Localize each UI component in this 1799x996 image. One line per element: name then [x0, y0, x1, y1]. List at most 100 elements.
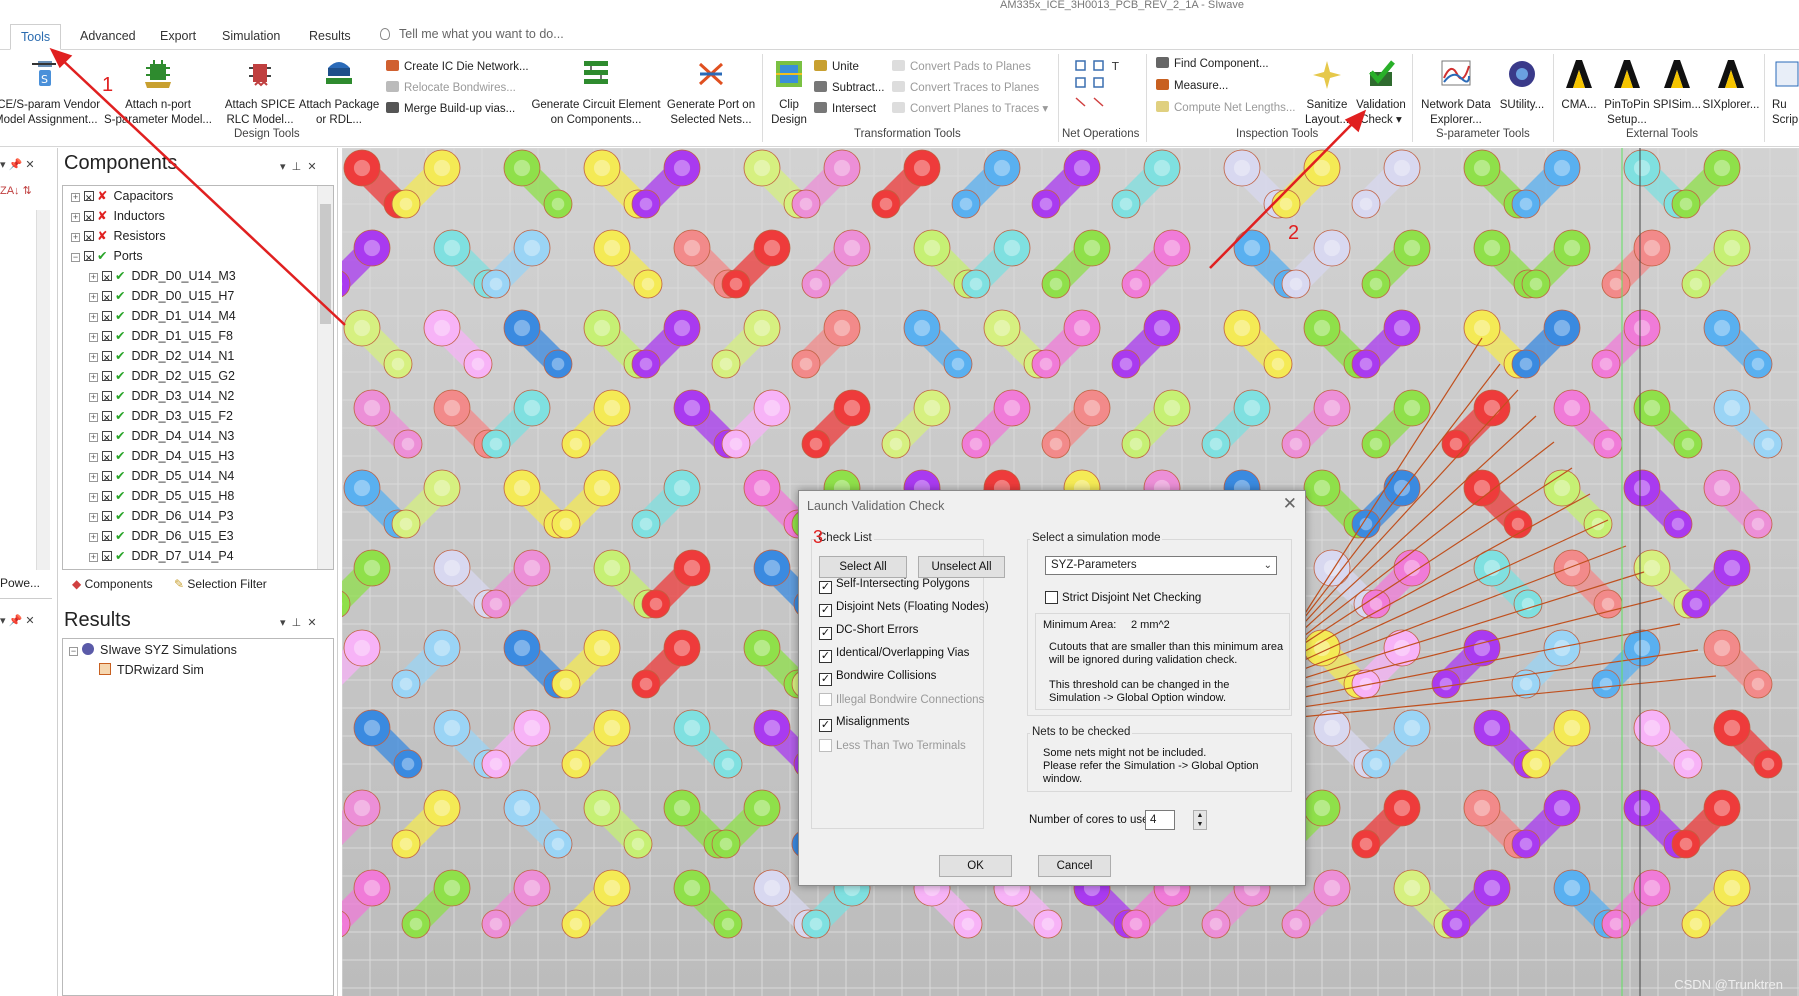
compute-net-lengths-button[interactable]: Compute Net Lengths... — [1156, 101, 1295, 115]
generate-port-button[interactable]: Generate Port on Selected Nets... — [664, 54, 758, 128]
merge-buildup-vias-button[interactable]: Merge Build-up vias... — [386, 102, 515, 116]
tree-category[interactable]: + ✘ Inductors — [71, 206, 165, 228]
checkbox-box[interactable]: ✓ — [819, 604, 832, 617]
attach-package-button[interactable]: Attach Package or RDL... — [296, 54, 382, 128]
tree-category[interactable]: + ✘ Resistors — [71, 226, 166, 248]
net-operations-icons[interactable]: T — [1074, 58, 1126, 110]
ice-sparam-vendor-button[interactable]: S ICE/S-param Vendor Model Assignment... — [0, 54, 100, 128]
pintopin-setup-button[interactable]: PinToPin Setup... — [1600, 54, 1654, 128]
down-arrow-icon[interactable]: ▼ — [1194, 820, 1206, 829]
tab-selection-filter[interactable]: ✎ Selection Filter — [174, 577, 267, 591]
cores-stepper[interactable]: ▲ ▼ — [1193, 810, 1207, 830]
intersect-button[interactable]: Intersect — [814, 102, 876, 116]
validation-check-button[interactable]: Validation Check ▾ — [1354, 54, 1408, 128]
up-arrow-icon[interactable]: ▲ — [1194, 811, 1206, 820]
expand-icon[interactable]: + — [89, 373, 98, 382]
tree-port-item[interactable]: + ✔ DDR_D3_U15_F2 — [89, 406, 233, 428]
tree-checkbox[interactable] — [102, 348, 112, 368]
tree-scrollbar[interactable] — [317, 186, 333, 569]
pin-icon[interactable]: ⊥ — [292, 617, 302, 629]
check-item[interactable]: ✓ Misalignments — [819, 716, 910, 732]
run-script-button[interactable]: Ru Scrip — [1772, 54, 1799, 128]
generate-circuit-element-button[interactable]: Generate Circuit Element on Components..… — [530, 54, 662, 128]
results-tree[interactable]: − SIwave SYZ Simulations TDRwizard Sim — [62, 638, 334, 996]
check-item[interactable]: ✓ Disjoint Nets (Floating Nodes) — [819, 601, 989, 617]
expand-icon[interactable]: + — [89, 293, 98, 302]
tab-simulation[interactable]: Simulation — [212, 24, 290, 50]
tree-checkbox[interactable] — [102, 368, 112, 388]
check-item[interactable]: ✓ DC-Short Errors — [819, 624, 918, 640]
sort-icon[interactable]: ZA↓ ⇅ — [0, 184, 32, 197]
results-item[interactable]: TDRwizard Sim — [99, 660, 204, 680]
close-icon[interactable]: ✕ — [307, 617, 316, 629]
tree-port-item[interactable]: + ✔ DDR_D6_U14_P3 — [89, 506, 234, 528]
measure-button[interactable]: Measure... — [1156, 79, 1228, 93]
components-tree[interactable]: + ✘ Capacitors + ✘ Inductors + ✘ Resistors − ✔ Port… — [62, 185, 334, 570]
tree-checkbox[interactable] — [102, 288, 112, 308]
tree-checkbox[interactable] — [102, 428, 112, 448]
components-panel-controls[interactable]: ▾ ⊥ ✕ — [280, 160, 317, 173]
tree-checkbox[interactable] — [102, 508, 112, 528]
convert-pads-button[interactable]: Convert Pads to Planes — [892, 60, 1031, 74]
checkbox-box[interactable]: ✓ — [819, 627, 832, 640]
tree-port-item[interactable]: + ✔ DDR_D2_U14_N1 — [89, 346, 234, 368]
tree-checkbox[interactable] — [102, 408, 112, 428]
strip-scrollbar[interactable] — [36, 210, 50, 570]
expand-icon[interactable]: + — [89, 533, 98, 542]
expand-icon[interactable]: + — [89, 313, 98, 322]
subtract-button[interactable]: Subtract... — [814, 81, 884, 95]
ok-button[interactable]: OK — [939, 855, 1012, 877]
cancel-button[interactable]: Cancel — [1038, 855, 1111, 877]
expand-icon[interactable]: + — [89, 473, 98, 482]
strip-controls-2[interactable]: ▾ 📌 ✕ — [0, 614, 35, 627]
pin-icon[interactable]: 📌 — [9, 159, 23, 171]
expand-icon[interactable]: + — [89, 493, 98, 502]
pin-icon[interactable]: ⊥ — [292, 161, 302, 173]
spisim-button[interactable]: SPISim... — [1652, 54, 1702, 113]
find-component-button[interactable]: Find Component... — [1156, 57, 1269, 71]
tab-components[interactable]: ◆ Components — [72, 577, 153, 591]
sutility-button[interactable]: SUtility... — [1496, 54, 1548, 113]
scrollbar-thumb[interactable] — [320, 204, 331, 324]
tree-port-item[interactable]: + ✔ DDR_D6_U15_E3 — [89, 526, 234, 548]
check-item[interactable]: ✓ Self-Intersecting Polygons — [819, 578, 970, 594]
tree-checkbox[interactable] — [102, 448, 112, 468]
tree-checkbox[interactable] — [102, 468, 112, 488]
tree-port-item[interactable]: + ✔ DDR_D0_U14_M3 — [89, 266, 236, 288]
sixplorer-button[interactable]: SIXplorer... — [1702, 54, 1760, 113]
checkbox-box[interactable]: ✓ — [819, 719, 832, 732]
results-item[interactable]: − SIwave SYZ Simulations — [69, 640, 237, 660]
tree-port-item[interactable]: + ✔ DDR_D1_U15_F8 — [89, 326, 233, 348]
tree-category[interactable]: + ✘ Capacitors — [71, 186, 173, 208]
tree-checkbox[interactable] — [102, 548, 112, 568]
expand-icon[interactable]: + — [89, 393, 98, 402]
convert-traces-button[interactable]: Convert Traces to Planes — [892, 81, 1039, 95]
tree-port-item[interactable]: + ✔ DDR_D3_U14_N2 — [89, 386, 234, 408]
create-ic-die-network-button[interactable]: Create IC Die Network... — [386, 60, 529, 74]
checkbox-box[interactable]: ✓ — [819, 650, 832, 663]
checkbox-box[interactable]: ✓ — [819, 581, 832, 594]
tree-port-item[interactable]: + ✔ DDR_D7_U14_P4 — [89, 546, 234, 568]
expand-icon[interactable]: + — [89, 453, 98, 462]
tree-port-item[interactable]: +✔DDR_D7_U15_E7 — [89, 566, 234, 569]
collapse-icon[interactable]: − — [69, 647, 78, 656]
tree-checkbox[interactable] — [84, 228, 94, 248]
tree-port-item[interactable]: + ✔ DDR_D5_U14_N4 — [89, 466, 234, 488]
clip-design-button[interactable]: Clip Design — [766, 54, 812, 128]
tree-port-item[interactable]: + ✔ DDR_D2_U15_G2 — [89, 366, 235, 388]
tree-port-item[interactable]: + ✔ DDR_D1_U14_M4 — [89, 306, 236, 328]
checkbox-box[interactable]: ✓ — [819, 673, 832, 686]
tree-port-item[interactable]: + ✔ DDR_D5_U15_H8 — [89, 486, 234, 508]
close-icon[interactable]: ✕ — [1283, 494, 1297, 514]
tree-checkbox[interactable] — [102, 268, 112, 288]
cma-button[interactable]: CMA... — [1556, 54, 1602, 113]
tree-checkbox[interactable] — [102, 328, 112, 348]
check-item[interactable]: ✓ Bondwire Collisions — [819, 670, 936, 686]
tab-tools[interactable]: Tools — [10, 24, 62, 50]
check-item[interactable]: ✓ Identical/Overlapping Vias — [819, 647, 969, 663]
unselect-all-button[interactable]: Unselect All — [918, 556, 1005, 578]
expand-icon[interactable]: + — [71, 193, 80, 202]
tree-checkbox[interactable] — [102, 528, 112, 548]
expand-icon[interactable]: + — [89, 513, 98, 522]
tree-checkbox[interactable] — [102, 388, 112, 408]
